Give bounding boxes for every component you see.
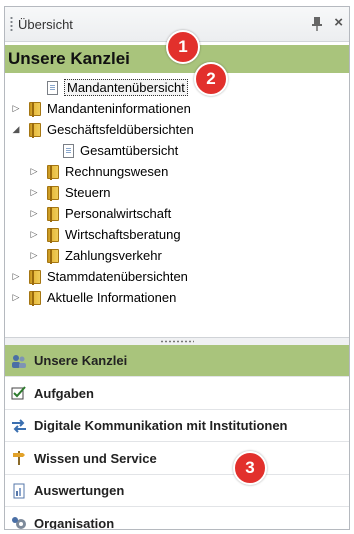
tree-item-label: Rechnungswesen — [65, 164, 169, 179]
folder-icon — [29, 122, 41, 138]
nav-item[interactable]: Organisation — [5, 507, 349, 530]
nav-item[interactable]: Auswertungen — [5, 475, 349, 507]
tree-item-label: Stammdatenübersichten — [47, 269, 188, 284]
nav-item-label: Unsere Kanzlei — [34, 353, 128, 368]
document-icon — [63, 143, 74, 158]
expand-arrow-icon[interactable]: ▷ — [11, 103, 21, 114]
gear-people-icon — [11, 515, 27, 529]
report-icon — [11, 483, 27, 499]
folder-icon — [29, 101, 41, 117]
signpost-icon — [11, 450, 27, 466]
nav-item[interactable]: Unsere Kanzlei — [5, 345, 349, 377]
folder-icon — [47, 164, 59, 180]
checkbox-icon — [11, 385, 27, 401]
people-icon — [11, 353, 27, 369]
expand-arrow-icon[interactable]: ▷ — [29, 166, 39, 177]
tree-item-label: Mandantenübersicht — [64, 79, 188, 96]
expand-arrow-icon[interactable]: ▷ — [29, 250, 39, 261]
tree-item-label: Mandanteninformationen — [47, 101, 191, 116]
expand-arrow-icon[interactable]: ▷ — [29, 208, 39, 219]
expand-arrow-icon[interactable]: ▷ — [11, 292, 21, 303]
tree-item-label: Steuern — [65, 185, 111, 200]
tree-item-label: Geschäftsfeldübersichten — [47, 122, 194, 137]
expand-arrow-icon[interactable]: ▷ — [29, 187, 39, 198]
nav-item-label: Wissen und Service — [34, 450, 157, 466]
splitter-grip-icon[interactable] — [160, 340, 194, 343]
tree-item[interactable]: ◢ Geschäftsfeldübersichten — [11, 119, 194, 140]
tree-item[interactable]: ▷ Personalwirtschaft — [29, 203, 171, 224]
folder-icon — [47, 248, 59, 264]
panel-title: Übersicht — [18, 17, 73, 32]
section-header-title: Unsere Kanzlei — [8, 49, 130, 68]
tree-item-label: Aktuelle Informationen — [47, 290, 177, 305]
tree-item[interactable]: Mandantenübersicht — [29, 77, 188, 98]
folder-icon — [29, 290, 41, 306]
callout-badge-2: 2 — [194, 62, 228, 96]
callout-badge-1: 1 — [166, 30, 200, 64]
tree-item[interactable]: ▷ Rechnungswesen — [29, 161, 168, 182]
drag-grip-icon[interactable] — [10, 16, 13, 32]
tree-item[interactable]: Gesamtübersicht — [45, 140, 178, 161]
nav-item-label: Digitale Kommunikation mit Institutionen — [34, 418, 288, 433]
pin-icon[interactable] — [311, 16, 323, 32]
tree-item-label: Zahlungsverkehr — [65, 248, 162, 263]
folder-icon — [47, 206, 59, 222]
nav-item-label: Aufgaben — [34, 385, 94, 401]
tree-item-label: Gesamtübersicht — [80, 143, 179, 158]
close-icon[interactable]: × — [334, 14, 343, 31]
folder-icon — [47, 185, 59, 201]
nav-item[interactable]: Digitale Kommunikation mit Institutionen — [5, 410, 349, 442]
exchange-arrows-icon — [11, 418, 27, 434]
overview-panel: Übersicht × Unsere Kanzlei Mandantenüber… — [4, 6, 350, 530]
tree-item[interactable]: ▷ Mandanteninformationen — [11, 98, 191, 119]
nav-item[interactable]: Wissen und Service — [5, 442, 349, 475]
expand-arrow-icon[interactable]: ▷ — [29, 229, 39, 240]
nav-item-label: Auswertungen — [34, 483, 125, 498]
callout-badge-3: 3 — [233, 451, 267, 485]
folder-icon — [47, 227, 59, 243]
document-icon — [47, 80, 58, 95]
tree-item-label: Personalwirtschaft — [65, 206, 172, 221]
expand-arrow-icon[interactable]: ▷ — [11, 271, 21, 282]
tree-item[interactable]: ▷ Aktuelle Informationen — [11, 287, 176, 308]
tree-item-label: Wirtschaftsberatung — [65, 227, 181, 242]
folder-icon — [29, 269, 41, 285]
nav-item-label: Organisation — [34, 515, 115, 530]
tree-item[interactable]: ▷ Zahlungsverkehr — [29, 245, 162, 266]
tree-item[interactable]: ▷ Wirtschaftsberatung — [29, 224, 181, 245]
nav-item[interactable]: Aufgaben — [5, 377, 349, 410]
tree-item[interactable]: ▷ Steuern — [29, 182, 111, 203]
collapse-arrow-icon[interactable]: ◢ — [11, 124, 21, 135]
tree-item[interactable]: ▷ Stammdatenübersichten — [11, 266, 188, 287]
